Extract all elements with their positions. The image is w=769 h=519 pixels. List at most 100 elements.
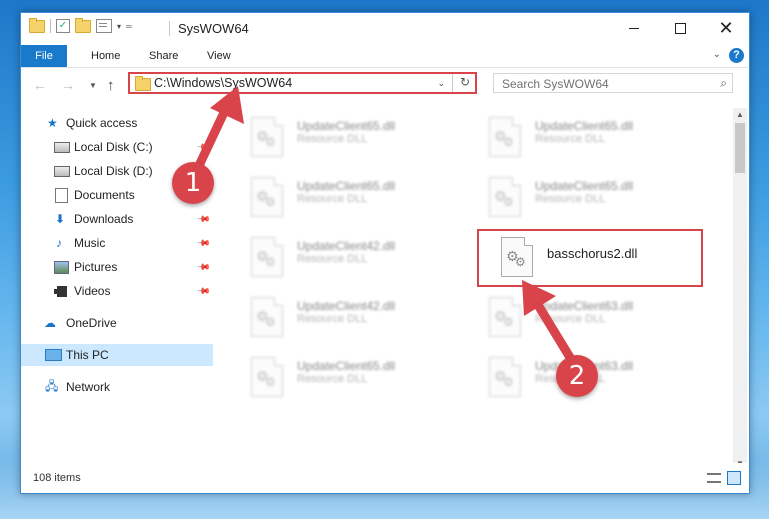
close-icon: ✕ [718, 18, 734, 38]
music-icon: ♪ [56, 236, 62, 250]
gear-icon: ⚙ [265, 135, 276, 149]
dll-file-icon: ⚙ ⚙ [251, 117, 283, 157]
maximize-button[interactable] [657, 13, 703, 43]
dll-file-icon: ⚙ ⚙ [489, 117, 521, 157]
gear-icon: ⚙ [503, 315, 514, 329]
scrollbar-thumb[interactable] [735, 123, 745, 173]
sidebar-item-network[interactable]: 🖧 Network [21, 376, 213, 398]
dll-file-icon: ⚙ ⚙ [489, 177, 521, 217]
star-icon: ★ [47, 116, 58, 130]
large-icons-view-icon[interactable] [727, 471, 741, 485]
sidebar-item-label: Videos [74, 284, 111, 298]
properties-check-icon[interactable]: ✓ [56, 19, 70, 33]
window-title: SysWOW64 [178, 21, 249, 36]
gear-icon: ⚙ [503, 375, 514, 389]
back-arrow-icon[interactable]: ← [33, 77, 47, 93]
sidebar-item-label: This PC [66, 348, 109, 362]
gear-icon: ⚙ [265, 315, 276, 329]
sidebar-item-downloads[interactable]: ⬇ Downloads 📌 [21, 208, 213, 230]
sidebar-item-local-disk-c[interactable]: Local Disk (C:) 📌 [21, 136, 213, 158]
pin-icon[interactable]: 📌 [196, 211, 211, 227]
scroll-up-icon[interactable]: ▲ [736, 110, 744, 119]
file-item[interactable]: ⚙ ⚙ UpdateClient65.dll Resource DLL [469, 112, 689, 162]
address-path[interactable]: C:\Windows\SysWOW64 [154, 76, 292, 90]
sidebar-item-quick-access[interactable]: ★ Quick access [21, 112, 213, 134]
file-item[interactable]: ⚙ ⚙ UpdateClient42.dll Resource DLL [231, 232, 451, 282]
videos-icon [54, 285, 67, 297]
tab-view[interactable]: View [195, 45, 243, 67]
sidebar-item-music[interactable]: ♪ Music 📌 [21, 232, 213, 254]
navigation-bar: ← → ▼ ↑ C:\Windows\SysWOW64 ⌄ ↻ ⌕ [21, 68, 749, 102]
file-type: Resource DLL [535, 313, 606, 325]
file-name: UpdateClient65.dll [535, 119, 634, 133]
sidebar-item-this-pc[interactable]: This PC [21, 344, 213, 366]
sidebar-item-onedrive[interactable]: ☁ OneDrive [21, 312, 213, 334]
file-name: UpdateClient65.dll [297, 179, 396, 193]
pin-icon[interactable]: 📌 [196, 283, 211, 299]
file-type: Resource DLL [297, 193, 368, 205]
ribbon-tabs: File Home Share View ⌄ ? [21, 45, 749, 68]
sidebar-item-label: Pictures [74, 260, 118, 274]
expand-ribbon-chevron-icon[interactable]: ⌄ [713, 49, 721, 60]
vertical-scrollbar[interactable]: ▲ ▼ [733, 108, 747, 468]
file-highlight-box [477, 229, 703, 287]
sidebar-item-label: Local Disk (D:) [74, 164, 153, 178]
file-type: Resource DLL [297, 133, 368, 145]
pin-icon[interactable]: 📌 [196, 139, 211, 155]
file-item[interactable]: ⚙ ⚙ UpdateClient65.dll Resource DLL [231, 352, 451, 402]
help-icon[interactable]: ? [729, 48, 744, 63]
folder-icon [29, 17, 45, 33]
new-folder-icon[interactable] [75, 17, 91, 33]
search-icon[interactable]: ⌕ [720, 76, 727, 91]
file-name: UpdateClient65.dll [297, 359, 396, 373]
customize-toolbar-arrow-icon[interactable]: ═ [126, 22, 132, 31]
forward-arrow-icon[interactable]: → [61, 77, 75, 93]
address-bar[interactable]: C:\Windows\SysWOW64 ⌄ ↻ [128, 72, 477, 94]
pin-icon[interactable]: 📌 [196, 235, 211, 251]
gear-icon: ⚙ [265, 375, 276, 389]
dll-file-icon: ⚙ ⚙ [251, 237, 283, 277]
drive-icon [54, 165, 70, 177]
status-bar: 108 items [21, 463, 749, 493]
tab-file[interactable]: File [21, 45, 67, 67]
file-name: UpdateClient42.dll [297, 299, 396, 313]
refresh-icon[interactable]: ↻ [460, 75, 470, 89]
up-arrow-icon[interactable]: ↑ [107, 77, 115, 94]
sidebar-item-label: OneDrive [66, 316, 117, 330]
close-button[interactable]: ✕ [703, 13, 749, 43]
file-item[interactable]: ⚙ ⚙ UpdateClient65.dll Resource DLL [469, 172, 689, 222]
file-explorer-window: ✓ ▾ ═ SysWOW64 ✕ File Home Share View ⌄ … [20, 12, 750, 494]
address-dropdown-chevron-icon[interactable]: ⌄ [437, 78, 445, 89]
sidebar-item-videos[interactable]: Videos 📌 [21, 280, 213, 302]
title-bar: ✓ ▾ ═ SysWOW64 ✕ [21, 13, 749, 45]
customize-icon[interactable] [96, 19, 112, 33]
gear-icon: ⚙ [503, 135, 514, 149]
file-name: UpdateClient63.dll [535, 299, 634, 313]
pictures-icon [54, 260, 69, 274]
tab-share[interactable]: Share [137, 45, 190, 67]
details-view-icon[interactable] [707, 473, 721, 483]
search-input[interactable] [500, 75, 704, 93]
recent-locations-chevron-icon[interactable]: ▼ [89, 81, 97, 90]
tab-home[interactable]: Home [79, 45, 132, 67]
file-item[interactable]: ⚙ ⚙ UpdateClient65.dll Resource DLL [231, 172, 451, 222]
dll-file-icon: ⚙ ⚙ [251, 297, 283, 337]
file-item[interactable]: ⚙⚙ UpdateClient63.dll Resource DLL [469, 292, 689, 342]
item-count: 108 items [33, 472, 81, 484]
chevron-down-icon[interactable]: ▾ [117, 22, 121, 31]
file-item[interactable]: ⚙ ⚙ UpdateClient65.dll Resource DLL [231, 112, 451, 162]
documents-icon [55, 187, 68, 203]
file-type: Resource DLL [535, 193, 606, 205]
gear-icon: ⚙ [265, 195, 276, 209]
sidebar-item-pictures[interactable]: Pictures 📌 [21, 256, 213, 278]
quick-access-toolbar: ✓ ▾ ═ [29, 17, 132, 33]
maximize-icon [674, 22, 686, 34]
drive-icon [54, 141, 70, 153]
pin-icon[interactable]: 📌 [196, 259, 211, 275]
sidebar-item-label: Music [74, 236, 106, 250]
file-item[interactable]: ⚙ ⚙ UpdateClient42.dll Resource DLL [231, 292, 451, 342]
search-box[interactable]: ⌕ [493, 73, 733, 93]
title-divider [169, 21, 170, 36]
minimize-button[interactable] [611, 13, 657, 43]
this-pc-icon [45, 349, 62, 361]
